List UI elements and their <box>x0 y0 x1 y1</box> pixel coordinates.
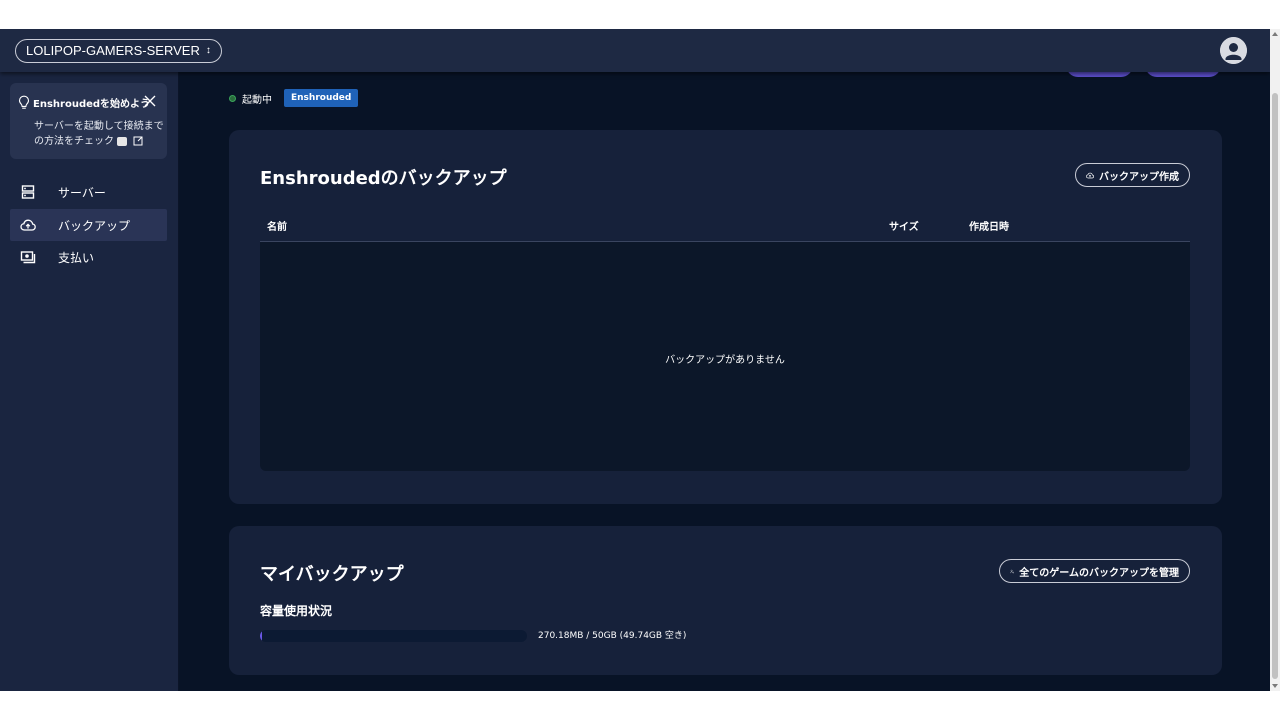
manage-users-icon <box>1010 569 1014 573</box>
backup-panel-title: Enshroudedのバックアップ <box>260 168 507 189</box>
scroll-up-arrow-icon[interactable] <box>1272 32 1278 36</box>
getting-started-card: Enshroudedを始めよう サーバーを起動して接続までの方法をチェック <box>10 83 167 159</box>
sidebar-item-payment[interactable]: 支払い <box>10 241 167 273</box>
cloud-upload-icon <box>1086 172 1094 178</box>
external-link-icon[interactable] <box>133 136 143 146</box>
emoji-icon <box>117 136 128 146</box>
status-dot <box>229 94 236 102</box>
backup-panel: Enshroudedのバックアップ バックアップ作成 名前 サイズ 作成日時 バ… <box>229 130 1222 504</box>
manage-all-backups-button[interactable]: 全てのゲームのバックアップを管理 <box>999 559 1190 583</box>
server-name: LOLIPOP-GAMERS-SERVER <box>26 43 200 58</box>
create-backup-label: バックアップ作成 <box>1099 171 1179 183</box>
usage-progress-fill <box>260 630 262 642</box>
cloud-upload-icon <box>20 219 36 231</box>
my-backup-panel: マイバックアップ 全てのゲームのバックアップを管理 容量使用状況 270.18M… <box>229 526 1222 675</box>
server-status: 起動中 Enshrouded <box>229 88 359 108</box>
column-header-created: 作成日時 <box>969 222 1009 233</box>
user-avatar-icon[interactable] <box>1220 37 1247 64</box>
server-selector[interactable]: LOLIPOP-GAMERS-SERVER ↕ <box>15 39 222 63</box>
backup-table-body: バックアップがありません <box>260 242 1190 471</box>
server-icon <box>21 185 35 199</box>
app-window: LOLIPOP-GAMERS-SERVER ↕ Enshroudedを始めよう <box>0 29 1270 691</box>
game-badge: Enshrouded <box>284 89 359 107</box>
usage-text: 270.18MB / 50GB (49.74GB 空き) <box>538 631 687 641</box>
scroll-down-arrow-icon[interactable] <box>1272 684 1278 688</box>
lightbulb-icon <box>18 95 30 109</box>
sidebar-item-server[interactable]: サーバー <box>10 176 167 208</box>
empty-message: バックアップがありません <box>665 355 785 366</box>
sidebar-item-backup[interactable]: バックアップ <box>10 209 167 241</box>
create-backup-button[interactable]: バックアップ作成 <box>1075 163 1190 187</box>
status-text: 起動中 <box>242 94 272 106</box>
sidebar-item-label: サーバー <box>58 186 106 200</box>
page-scrollbar[interactable] <box>1270 29 1280 691</box>
column-header-size: サイズ <box>889 222 919 233</box>
tip-title: Enshroudedを始めよう <box>33 99 151 110</box>
manage-all-backups-label: 全てのゲームのバックアップを管理 <box>1019 567 1179 579</box>
tip-body-text: サーバーを起動して接続までの方法をチェック <box>34 121 164 147</box>
top-bar: LOLIPOP-GAMERS-SERVER ↕ <box>0 29 1270 72</box>
payment-icon <box>20 251 36 264</box>
chevron-updown-icon: ↕ <box>205 45 211 56</box>
main-content: 起動中 Enshrouded Enshroudedのバックアップ バックアップ作… <box>179 62 1270 691</box>
sidebar-item-label: バックアップ <box>58 219 131 233</box>
sidebar-item-label: 支払い <box>58 251 95 265</box>
close-icon[interactable] <box>143 94 157 108</box>
usage-progress-bar <box>260 630 527 642</box>
sidebar: Enshroudedを始めよう サーバーを起動して接続までの方法をチェック サー… <box>0 72 179 691</box>
my-backup-title: マイバックアップ <box>260 564 404 585</box>
column-header-name: 名前 <box>267 222 287 233</box>
usage-title: 容量使用状況 <box>260 604 333 618</box>
tip-body: サーバーを起動して接続までの方法をチェック <box>34 119 166 149</box>
scroll-thumb[interactable] <box>1272 93 1278 679</box>
